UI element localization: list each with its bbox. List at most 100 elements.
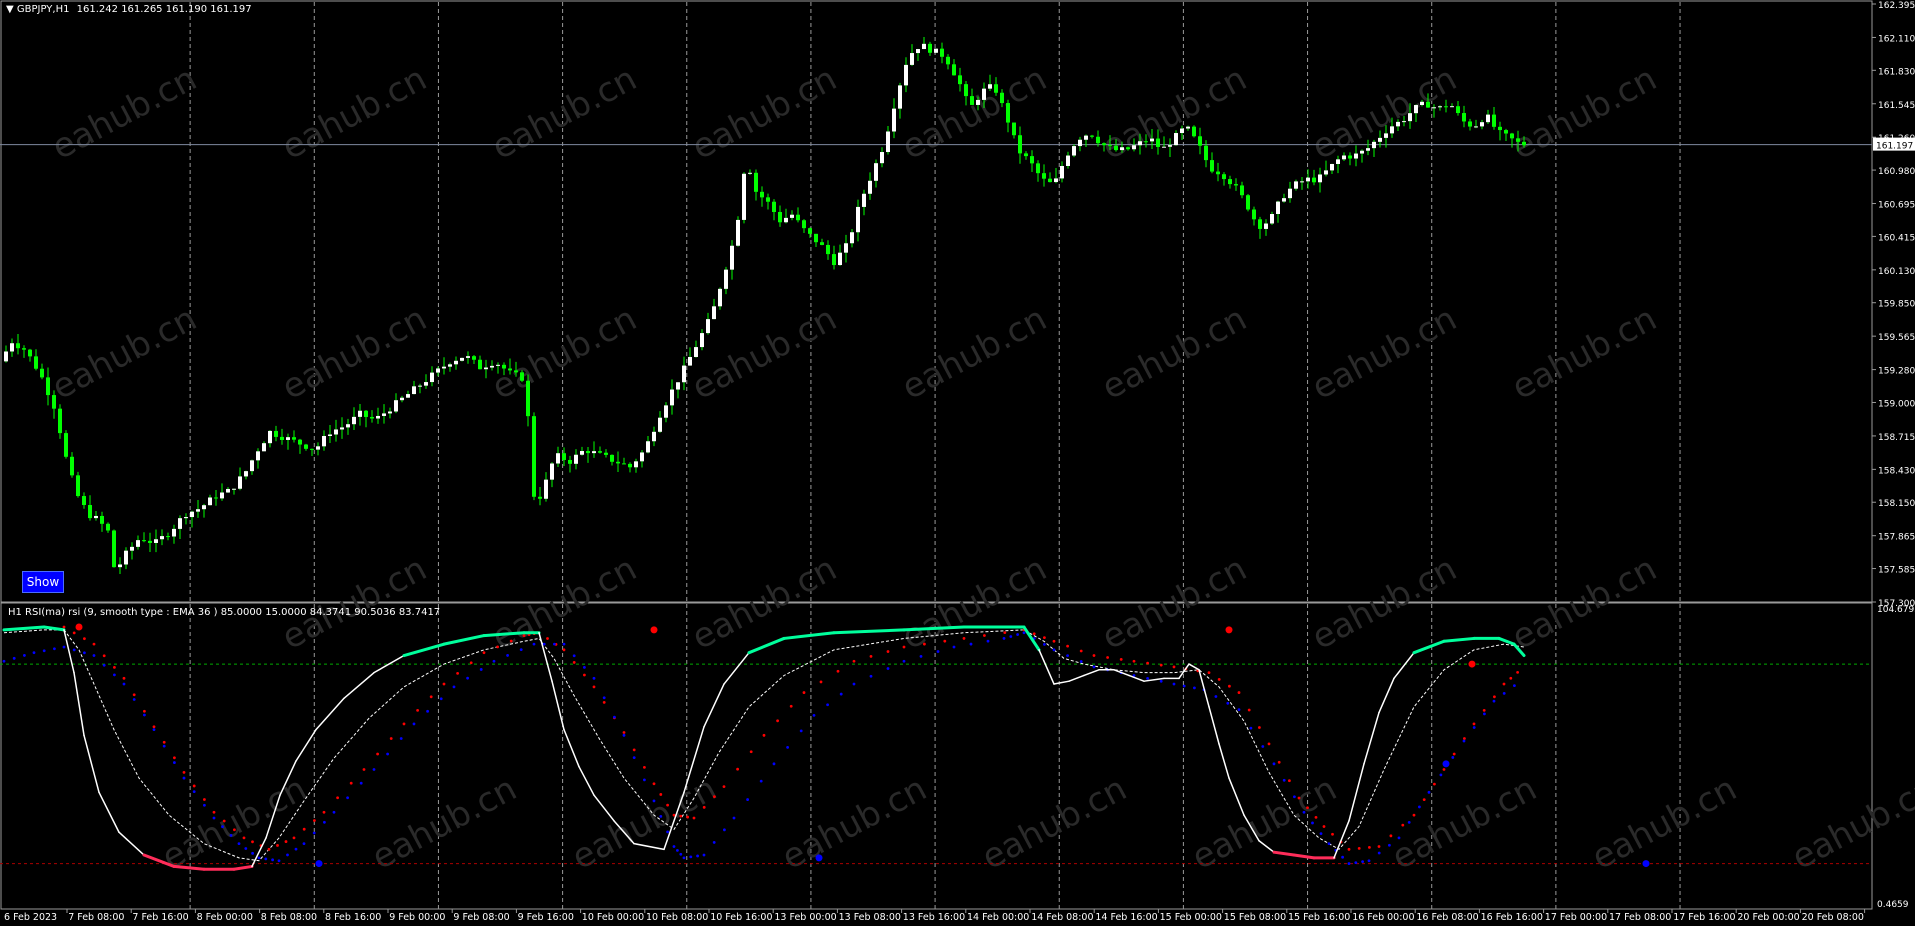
- lower-band-dot: [332, 810, 336, 814]
- price-tick-label: 159.280: [1878, 367, 1915, 377]
- upper-band-dot: [1368, 845, 1371, 849]
- upper-band-dot: [143, 709, 146, 713]
- lower-band-dot: [1472, 726, 1476, 729]
- candle-body: [46, 377, 50, 396]
- candle-body: [700, 333, 704, 348]
- candle-body: [1102, 143, 1106, 146]
- candle-body: [652, 431, 656, 442]
- buy-signal-marker: [815, 854, 823, 862]
- candle-body: [196, 509, 200, 512]
- lower-band-dot: [652, 799, 656, 803]
- lower-band-dot: [602, 696, 606, 700]
- ohlc-values: 161.242 161.265 161.190 161.197: [76, 4, 252, 15]
- upper-band-dot: [869, 654, 873, 658]
- price-tick-label: 157.865: [1878, 533, 1915, 543]
- candle-body: [310, 448, 314, 450]
- show-button[interactable]: Show: [22, 571, 64, 593]
- upper-band-dot: [496, 645, 499, 649]
- lower-band-dot: [1502, 691, 1506, 695]
- lower-band-dot: [852, 682, 856, 686]
- candle-body: [208, 497, 212, 506]
- upper-band-dot: [1331, 832, 1334, 836]
- upper-band-dot: [152, 725, 156, 729]
- dropdown-triangle-icon[interactable]: ▼: [6, 4, 14, 15]
- upper-band-dot: [762, 733, 766, 737]
- candle-body: [418, 385, 422, 387]
- lower-band-dot: [532, 642, 536, 646]
- lower-band-dot: [632, 756, 636, 760]
- lower-band-dot: [1009, 635, 1013, 638]
- candle-body: [496, 364, 500, 366]
- candle-body: [556, 453, 560, 464]
- upper-band-dot: [1066, 644, 1069, 648]
- upper-band-dot: [659, 793, 663, 796]
- candle-body: [526, 380, 530, 417]
- candle-body: [52, 395, 56, 409]
- candle-body: [1108, 145, 1112, 147]
- lower-band-dot: [1513, 684, 1516, 688]
- upper-band-dot: [943, 639, 947, 643]
- candle-body: [1318, 174, 1322, 183]
- upper-band-dot: [102, 654, 106, 658]
- lower-band-dot: [1361, 860, 1364, 864]
- chart-area[interactable]: eahub.cn eahub.cn eahub.cn eahub.cn eahub.cn…: [0, 0, 1915, 923]
- candle-body: [34, 356, 38, 369]
- upper-band-dot: [1159, 663, 1163, 667]
- candle-body: [130, 546, 134, 551]
- upper-band-dot: [923, 642, 926, 646]
- upper-band-dot: [1172, 665, 1176, 669]
- time-axis-label: 10 Feb 16:00: [710, 912, 772, 922]
- upper-band-dot: [276, 844, 279, 847]
- time-axis-label: 13 Feb 08:00: [839, 912, 901, 922]
- upper-band-dot: [1297, 796, 1301, 800]
- lower-band-dot: [426, 709, 429, 713]
- watermark-text: eahub.cn: [1185, 769, 1343, 878]
- candle-body: [922, 43, 926, 50]
- lower-band-dot: [1302, 810, 1306, 814]
- candle-body: [346, 424, 350, 428]
- candle-body: [94, 515, 98, 519]
- lower-band-dot: [132, 698, 136, 701]
- upper-band-dot: [583, 673, 586, 677]
- watermark-text: eahub.cn: [895, 299, 1053, 408]
- candle-body: [1480, 122, 1484, 127]
- candle-body: [370, 416, 374, 419]
- lower-band-dot: [399, 737, 403, 740]
- lower-band-dot: [902, 659, 906, 663]
- lower-band-dot: [2, 659, 6, 663]
- upper-band-dot: [482, 651, 486, 655]
- candle-body: [58, 408, 62, 434]
- lower-band-dot: [1237, 708, 1241, 712]
- upper-band-dot: [1267, 742, 1271, 746]
- upper-band-dot: [162, 740, 166, 744]
- candle-body: [1486, 114, 1490, 123]
- lower-band-dot: [1439, 773, 1443, 777]
- candle-body: [1078, 139, 1082, 147]
- candle-body: [1492, 114, 1496, 127]
- lower-band-dot: [812, 713, 816, 717]
- lower-band-dot: [152, 728, 156, 732]
- candle-body: [1510, 133, 1514, 139]
- lower-band-dot: [839, 692, 843, 696]
- candle-body: [10, 343, 14, 352]
- upper-band-dot: [1347, 847, 1351, 851]
- candle-body: [634, 461, 638, 468]
- rsi-line-segment: [593, 794, 615, 822]
- time-axis-label: 14 Feb 16:00: [1095, 912, 1157, 922]
- lower-band-dot: [1282, 778, 1286, 782]
- watermark-text: eahub.cn: [1305, 299, 1463, 408]
- time-axis-label: 17 Feb 08:00: [1609, 912, 1671, 922]
- time-axis-label: 17 Feb 16:00: [1673, 912, 1735, 922]
- candle-body: [136, 540, 140, 547]
- upper-band-dot: [429, 695, 433, 699]
- upper-band-dot: [1288, 779, 1291, 783]
- rsi-line-segment: [232, 864, 254, 871]
- candle-body: [886, 131, 890, 153]
- candle-body: [466, 356, 470, 358]
- upper-band-dot: [1043, 636, 1046, 640]
- chart-canvas[interactable]: eahub.cn eahub.cn eahub.cn eahub.cn eahub.cn…: [0, 0, 1915, 923]
- lower-band-dot: [1341, 855, 1344, 859]
- candle-body: [1198, 136, 1202, 146]
- candle-body: [1048, 178, 1052, 183]
- price-tick-label: 158.715: [1878, 433, 1915, 443]
